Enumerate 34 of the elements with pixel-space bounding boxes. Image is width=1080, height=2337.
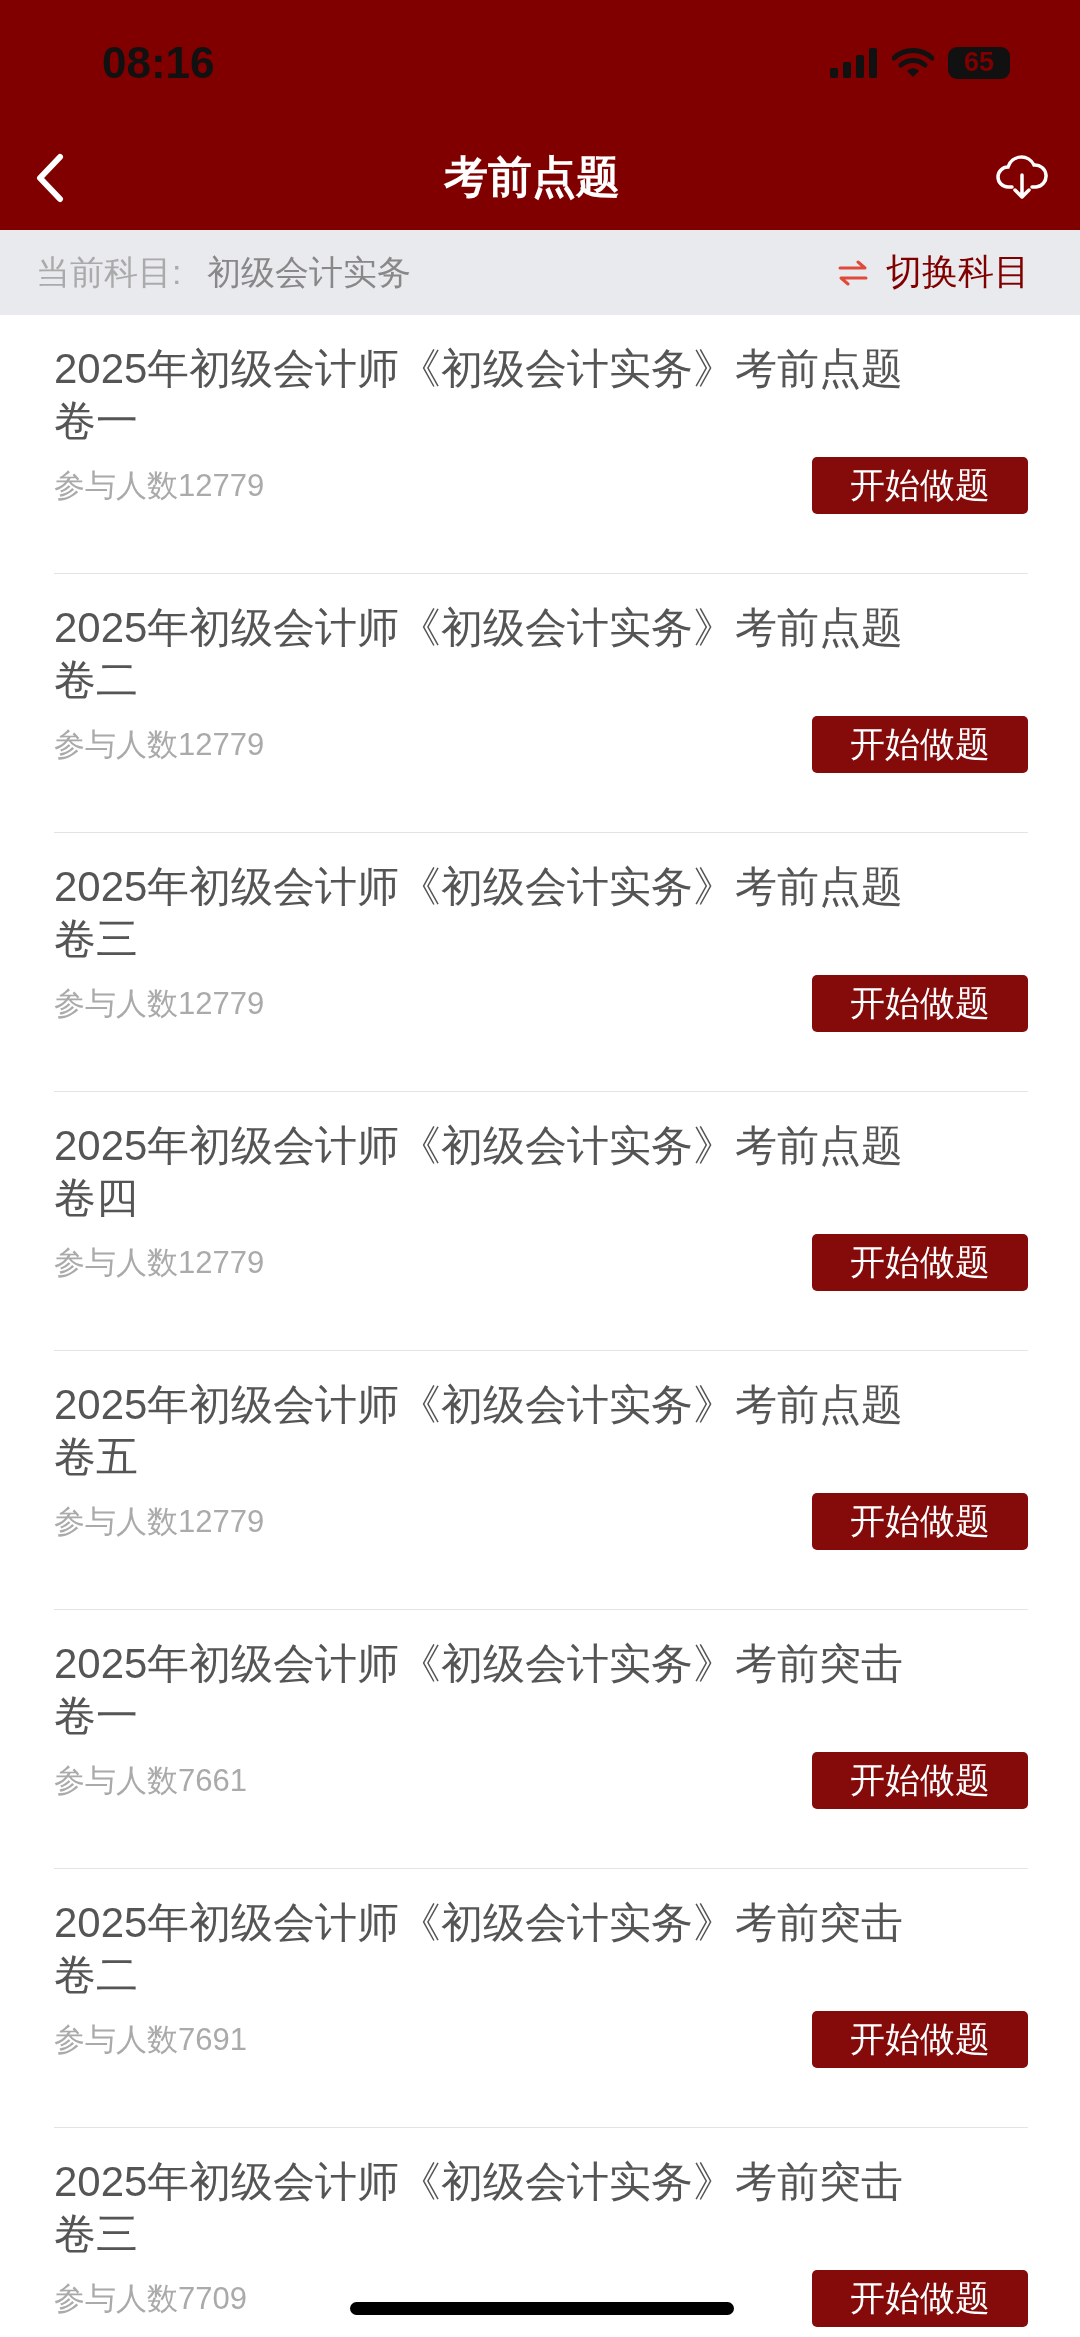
participant-count: 参与人数7709	[54, 2279, 247, 2318]
wifi-icon	[892, 47, 934, 78]
status-time: 08:16	[102, 37, 215, 88]
start-button[interactable]: 开始做题	[812, 2011, 1028, 2068]
start-button[interactable]: 开始做题	[812, 975, 1028, 1032]
paper-title: 2025年初级会计师《初级会计实务》考前突击卷一	[54, 1639, 905, 1741]
subject-label: 当前科目:	[36, 251, 182, 293]
current-subject: 初级会计实务	[207, 251, 412, 293]
paper-title: 2025年初级会计师《初级会计实务》考前点题卷一	[54, 344, 905, 446]
start-button[interactable]: 开始做题	[812, 2270, 1028, 2327]
cloud-download-icon[interactable]	[996, 154, 1048, 201]
start-button[interactable]: 开始做题	[812, 457, 1028, 514]
signal-icon	[830, 47, 878, 78]
battery-level: 65	[948, 46, 1010, 79]
paper-title: 2025年初级会计师《初级会计实务》考前点题卷三	[54, 862, 905, 964]
paper-title: 2025年初级会计师《初级会计实务》考前突击卷三	[54, 2157, 905, 2259]
start-button[interactable]: 开始做题	[812, 716, 1028, 773]
participant-count: 参与人数12779	[54, 466, 265, 505]
swap-icon	[838, 259, 868, 286]
participant-count: 参与人数12779	[54, 1243, 265, 1282]
paper-title: 2025年初级会计师《初级会计实务》考前突击卷二	[54, 1898, 905, 2000]
participant-count: 参与人数12779	[54, 1502, 265, 1541]
page-title: 考前点题	[444, 151, 620, 203]
start-button[interactable]: 开始做题	[812, 1493, 1028, 1550]
start-button[interactable]: 开始做题	[812, 1234, 1028, 1291]
participant-count: 参与人数12779	[54, 984, 265, 1023]
paper-title: 2025年初级会计师《初级会计实务》考前点题卷四	[54, 1121, 905, 1223]
paper-title: 2025年初级会计师《初级会计实务》考前点题卷五	[54, 1380, 905, 1482]
participant-count: 参与人数7661	[54, 1761, 247, 1800]
switch-subject-button[interactable]: 切换科目	[838, 248, 1030, 297]
start-button[interactable]: 开始做题	[812, 1752, 1028, 1809]
participant-count: 参与人数12779	[54, 725, 265, 764]
paper-title: 2025年初级会计师《初级会计实务》考前点题卷二	[54, 603, 905, 705]
participant-count: 参与人数7691	[54, 2020, 247, 2059]
